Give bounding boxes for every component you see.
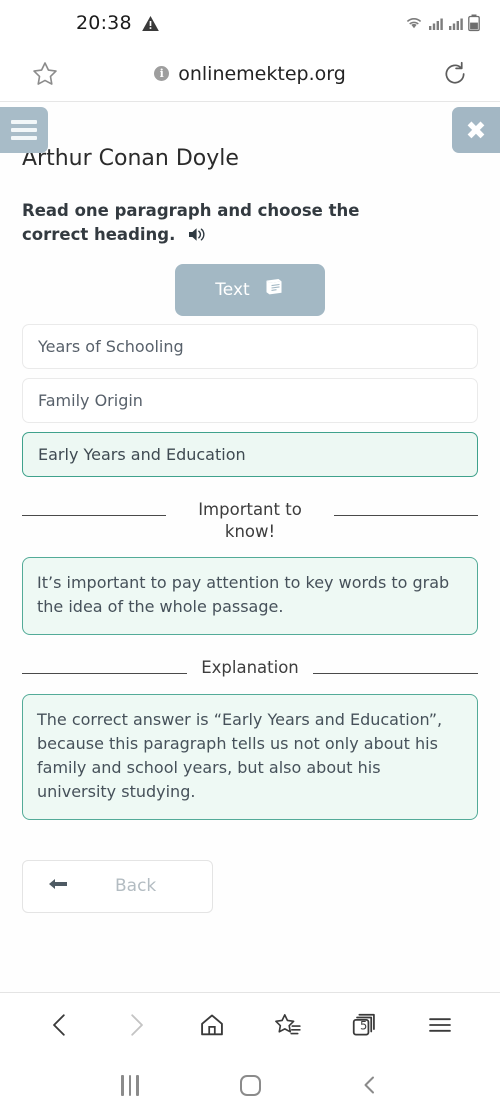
recents-button[interactable] [108,1063,152,1107]
android-back-button[interactable] [348,1063,392,1107]
recents-icon-bar [121,1074,124,1096]
important-info-box: It’s important to pay attention to key w… [22,557,478,636]
recents-icon-bar [136,1074,139,1096]
status-bar: 20:38 [0,0,500,46]
browser-home-button[interactable] [189,1002,235,1048]
status-bar-right [404,14,486,32]
browser-menu-button[interactable] [417,1002,463,1048]
android-navigation-bar [0,1057,500,1111]
back-button-row: Back [22,859,478,913]
text-tab-row: Text [0,263,500,316]
site-info-icon[interactable]: i [154,66,170,81]
important-section-divider: Important to know! [22,499,478,544]
status-bar-left: 20:38 [76,12,159,34]
reload-icon [445,61,465,84]
wifi-icon [406,17,422,29]
battery-icon [468,14,480,32]
arrow-left-glyph-icon [49,879,67,890]
status-bar-clock: 20:38 [76,12,132,34]
answer-option[interactable]: Family Origin [22,377,478,423]
star-icon [33,61,57,85]
explanation-box: The correct answer is “Early Years and E… [22,693,478,820]
signal-icon [429,18,443,30]
tab-count-label: 5 [360,1018,368,1033]
back-button-label: Back [115,876,157,897]
warning-triangle-icon [141,15,159,31]
home-button[interactable] [228,1063,272,1107]
answer-option[interactable]: Years of Schooling [22,323,478,369]
lesson-close-button[interactable]: ✖ [452,107,500,153]
phone-screen: 20:38 i onlinemektep.org ✖ Arthur Conan … [0,0,500,1111]
explanation-section-heading: Explanation [201,658,299,678]
divider-line-left [22,673,188,675]
reload-button[interactable] [438,57,472,91]
hamburger-menu-icon [11,116,37,144]
book-icon [263,276,285,303]
bookmark-star-icon[interactable] [28,57,62,91]
forward-chevron-icon [131,1014,143,1036]
question-prompt: Read one paragraph and choose the correc… [22,199,422,250]
hamburger-menu-icon [429,1018,451,1032]
back-chevron-icon [53,1014,65,1036]
home-circle-icon [239,1074,261,1096]
answer-options: Years of Schooling Family Origin Early Y… [22,323,478,477]
text-tab-button[interactable]: Text [175,263,325,316]
home-icon [201,1014,223,1036]
lesson-topbar: ✖ [0,102,500,154]
important-section-heading: Important to know! [198,499,302,542]
web-page-content: ✖ Arthur Conan Doyle Read one paragraph … [0,102,500,992]
divider-line-left [22,514,166,516]
browser-url-bar[interactable]: i onlinemektep.org [0,46,500,101]
text-tab-label: Text [215,279,250,300]
arrow-left-icon [47,875,69,897]
divider-line-right [312,673,479,675]
recents-icon-bar [128,1074,132,1096]
browser-forward-button[interactable] [113,1002,159,1048]
star-list-icon [275,1014,301,1035]
explanation-section-divider: Explanation [22,657,479,679]
url-text[interactable]: onlinemektep.org [178,63,346,85]
back-button[interactable]: Back [22,859,213,913]
browser-back-button[interactable] [37,1002,83,1048]
lesson-menu-button[interactable] [0,107,48,153]
answer-option-selected[interactable]: Early Years and Education [22,431,478,477]
url-display[interactable]: i onlinemektep.org [0,63,500,85]
speaker-glyph-icon [189,228,205,241]
browser-toolbar: 5 [0,993,500,1057]
back-chevron-icon [364,1076,374,1094]
signal-icon [449,18,463,30]
book-glyph-icon [266,279,282,295]
browser-bookmarks-button[interactable] [265,1002,311,1048]
browser-tabs-button[interactable]: 5 [341,1002,387,1048]
speaker-icon[interactable] [188,226,207,250]
divider-line-right [334,514,478,516]
